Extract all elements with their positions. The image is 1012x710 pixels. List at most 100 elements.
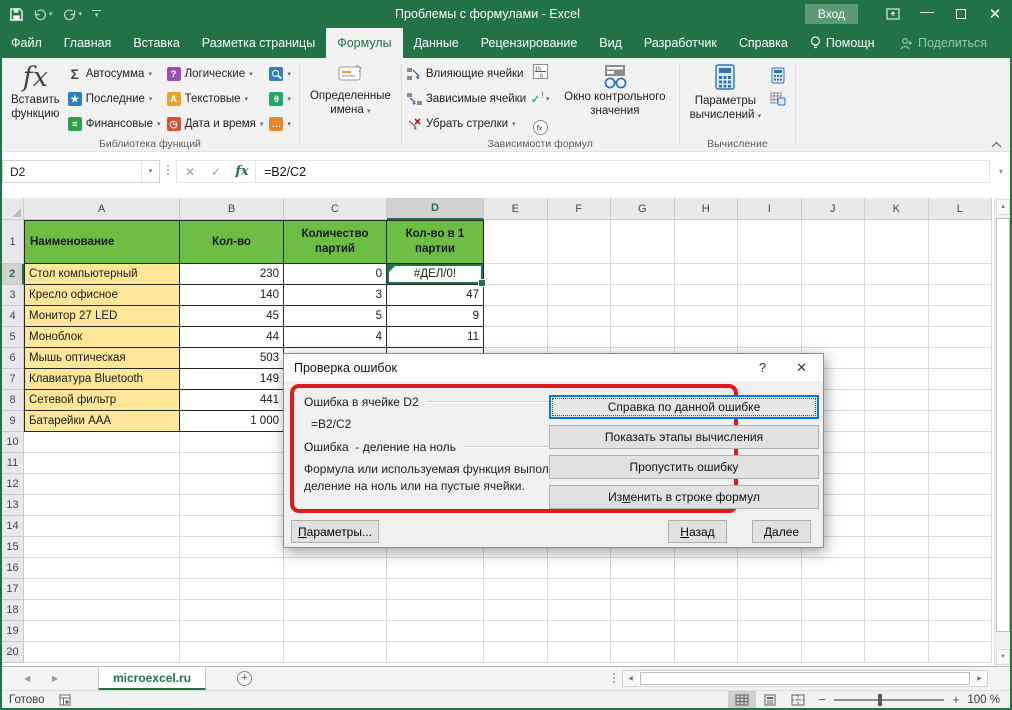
cell-B19[interactable] (180, 621, 284, 642)
cell-G19[interactable] (611, 621, 675, 642)
cell-I16[interactable] (738, 558, 802, 579)
cell-J1[interactable] (802, 220, 866, 264)
add-sheet-button[interactable]: + (237, 671, 252, 686)
cell-F4[interactable] (548, 306, 612, 327)
cell-H5[interactable] (675, 327, 739, 348)
cell-B10[interactable] (180, 432, 284, 453)
trace-precedents-button[interactable]: Влияющие ячейки (407, 63, 526, 85)
cell-A12[interactable] (24, 474, 180, 495)
zoom-out-button[interactable]: − (812, 692, 832, 707)
cell-E19[interactable] (484, 621, 548, 642)
row-header-3[interactable]: 3 (2, 285, 24, 306)
column-header-A[interactable]: A (24, 198, 180, 220)
cell-A11[interactable] (24, 453, 180, 474)
tab-help[interactable]: Справка (728, 28, 799, 58)
cell-E18[interactable] (484, 600, 548, 621)
cell-J16[interactable] (802, 558, 866, 579)
cell-A7[interactable]: Клавиатура Bluetooth (24, 369, 180, 390)
calculate-now-icon[interactable] (771, 67, 785, 84)
cell-J18[interactable] (802, 600, 866, 621)
cell-B7[interactable]: 149 (180, 369, 284, 390)
cancel-entry-icon[interactable]: ✕ (177, 165, 203, 179)
cell-A16[interactable] (24, 558, 180, 579)
cell-A5[interactable]: Моноблок (24, 327, 180, 348)
watch-window-button[interactable]: Окно контрольного значения (556, 61, 673, 137)
back-button[interactable]: Назад (668, 520, 727, 543)
cell-D16[interactable] (387, 558, 484, 579)
column-header-B[interactable]: B (180, 198, 284, 220)
row-header-12[interactable]: 12 (2, 474, 24, 495)
cell-L17[interactable] (929, 579, 993, 600)
cell-L10[interactable] (929, 432, 993, 453)
column-header-D[interactable]: D (387, 198, 484, 220)
cell-L5[interactable] (929, 327, 993, 348)
logical-button[interactable]: ?Логические▾ (167, 63, 264, 85)
formula-input[interactable]: =B2/C2 (256, 160, 990, 183)
cell-H3[interactable] (675, 285, 739, 306)
horizontal-scroll-thumb[interactable] (640, 672, 970, 685)
insert-function-fx-icon[interactable]: fx (229, 164, 255, 179)
cell-D1[interactable]: Кол-во в 1 партии (387, 220, 484, 264)
tab-formulas[interactable]: Формулы (326, 28, 402, 58)
cell-K6[interactable] (865, 348, 929, 369)
cell-C5[interactable]: 4 (284, 327, 387, 348)
row-header-4[interactable]: 4 (2, 306, 24, 327)
trace-dependents-button[interactable]: Зависимые ячейки (407, 88, 526, 110)
undo-button[interactable]: ▾ (33, 9, 53, 20)
name-box[interactable]: D2 ▾ (2, 160, 160, 183)
cell-A20[interactable] (24, 642, 180, 663)
cell-L13[interactable] (929, 495, 993, 516)
cell-A6[interactable]: Мышь оптическая (24, 348, 180, 369)
cell-K18[interactable] (865, 600, 929, 621)
cell-L14[interactable] (929, 516, 993, 537)
cell-E1[interactable] (484, 220, 548, 264)
column-header-E[interactable]: E (484, 198, 548, 220)
cell-K9[interactable] (865, 411, 929, 432)
cell-K4[interactable] (865, 306, 929, 327)
cell-G1[interactable] (611, 220, 675, 264)
cell-E20[interactable] (484, 642, 548, 663)
row-header-2[interactable]: 2 (2, 264, 24, 285)
cell-B11[interactable] (180, 453, 284, 474)
minimize-button[interactable]: — (910, 0, 944, 28)
cell-F1[interactable] (548, 220, 612, 264)
cell-F19[interactable] (548, 621, 612, 642)
horizontal-scrollbar[interactable]: ◀ ▶ (622, 670, 988, 687)
cell-D18[interactable] (387, 600, 484, 621)
cell-A1[interactable]: Наименование (24, 220, 180, 264)
cell-J5[interactable] (802, 327, 866, 348)
vertical-scrollbar[interactable]: ▲ ▼ (994, 198, 1010, 666)
cell-F5[interactable] (548, 327, 612, 348)
cell-L6[interactable] (929, 348, 993, 369)
cell-A18[interactable] (24, 600, 180, 621)
cell-K3[interactable] (865, 285, 929, 306)
cell-I2[interactable] (738, 264, 802, 285)
cell-L1[interactable] (929, 220, 993, 264)
cell-H18[interactable] (675, 600, 739, 621)
cell-A17[interactable] (24, 579, 180, 600)
dialog-help-icon[interactable]: ? (759, 360, 766, 375)
cell-B4[interactable]: 45 (180, 306, 284, 327)
expand-formula-bar-icon[interactable]: ▾ (990, 160, 1012, 183)
autosum-button[interactable]: ΣАвтосумма▾ (68, 63, 161, 85)
cell-B18[interactable] (180, 600, 284, 621)
calculate-sheet-icon[interactable] (770, 92, 786, 106)
cell-G5[interactable] (611, 327, 675, 348)
lookup-reference-button[interactable]: ▾ (269, 63, 291, 85)
cell-L2[interactable] (929, 264, 993, 285)
cell-C16[interactable] (284, 558, 387, 579)
cell-F17[interactable] (548, 579, 612, 600)
cell-C4[interactable]: 5 (284, 306, 387, 327)
cell-L3[interactable] (929, 285, 993, 306)
name-box-dropdown-icon[interactable]: ▾ (141, 161, 159, 182)
cell-F20[interactable] (548, 642, 612, 663)
cell-K13[interactable] (865, 495, 929, 516)
cell-H4[interactable] (675, 306, 739, 327)
cell-H16[interactable] (675, 558, 739, 579)
cell-A2[interactable]: Стол компьютерный (24, 264, 180, 285)
page-break-view-button[interactable] (784, 691, 812, 709)
cell-B15[interactable] (180, 537, 284, 558)
cell-G20[interactable] (611, 642, 675, 663)
cell-J4[interactable] (802, 306, 866, 327)
cell-B9[interactable]: 1 000 (180, 411, 284, 432)
